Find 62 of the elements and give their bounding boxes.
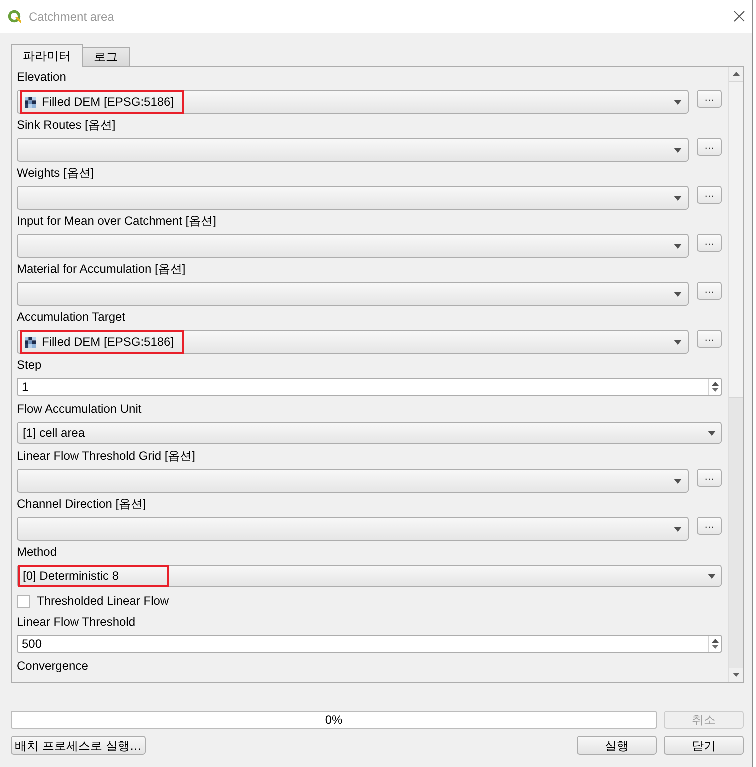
spin-arrows-icon[interactable] [712, 382, 718, 392]
field-label: Step [17, 358, 42, 372]
checkbox[interactable] [17, 594, 30, 608]
dropdown-arrow-icon [708, 574, 716, 578]
number-field[interactable]: 1 [17, 378, 722, 396]
field-label: Method [17, 545, 58, 559]
close-button[interactable]: 닫기 [664, 736, 744, 755]
layer-dropdown[interactable] [17, 234, 689, 258]
field-label: Accumulation Target [17, 310, 126, 324]
layer-dropdown[interactable]: Filled DEM [EPSG:5186] [17, 90, 689, 114]
dropdown-arrow-icon [708, 430, 716, 436]
dropdown-arrow-icon [674, 100, 682, 104]
tab[interactable]: 로그 [82, 47, 130, 66]
layer-dropdown[interactable] [17, 282, 689, 306]
spin-arrows-icon[interactable] [712, 639, 718, 649]
layer-dropdown[interactable] [17, 517, 689, 541]
field-label: Input for Mean over Catchment [옵션] [17, 214, 216, 228]
scroll-up-icon[interactable] [732, 72, 740, 76]
browse-button[interactable]: … [697, 186, 722, 204]
field-label: Linear Flow Threshold Grid [옵션] [17, 449, 196, 463]
window-title: Catchment area [29, 8, 114, 26]
tab[interactable]: 파라미터 [11, 44, 83, 67]
close-icon[interactable] [734, 11, 745, 22]
field-label: Flow Accumulation Unit [17, 402, 142, 416]
field-label: Convergence [17, 659, 88, 673]
browse-button[interactable]: … [697, 234, 722, 252]
layer-dropdown[interactable]: Filled DEM [EPSG:5186] [17, 330, 689, 354]
field-label: Elevation [17, 70, 66, 84]
layer-dropdown[interactable] [17, 186, 689, 210]
dropdown-arrow-icon [674, 478, 682, 484]
field-label: Weights [옵션] [17, 166, 94, 180]
option-dropdown[interactable]: [0] Deterministic 8 [17, 565, 722, 587]
scroll-down-icon[interactable] [732, 673, 740, 677]
browse-button[interactable]: … [697, 282, 722, 300]
run-button[interactable]: 실행 [577, 736, 657, 755]
dropdown-arrow-icon [674, 526, 682, 532]
batch-run-button[interactable]: 배치 프로세스로 실행… [11, 736, 146, 755]
option-dropdown[interactable]: [1] cell area [17, 422, 722, 444]
raster-layer-icon [25, 336, 36, 348]
browse-button[interactable]: … [697, 517, 722, 535]
browse-button[interactable]: … [697, 90, 722, 108]
dropdown-arrow-icon [674, 340, 682, 344]
dropdown-arrow-icon [674, 148, 682, 152]
browse-button[interactable]: … [697, 469, 722, 487]
checkbox-label[interactable]: Thresholded Linear Flow [37, 594, 170, 608]
field-label: Material for Accumulation [옵션] [17, 262, 186, 276]
dropdown-arrow-icon [674, 196, 682, 200]
raster-layer-icon [25, 96, 36, 108]
progress-bar: 0% [11, 711, 657, 729]
app-logo-icon [8, 10, 22, 24]
dropdown-arrow-icon [674, 244, 682, 248]
layer-dropdown[interactable] [17, 469, 689, 493]
layer-dropdown[interactable] [17, 138, 689, 162]
scrollbar-thumb[interactable] [729, 81, 743, 398]
field-label: Sink Routes [옵션] [17, 118, 116, 132]
field-label: Channel Direction [옵션] [17, 497, 146, 511]
dropdown-arrow-icon [674, 292, 682, 296]
browse-button[interactable]: … [697, 330, 722, 348]
number-field[interactable]: 500 [17, 635, 722, 653]
field-label: Linear Flow Threshold [17, 615, 136, 629]
scrollbar-track[interactable] [728, 67, 743, 682]
browse-button[interactable]: … [697, 138, 722, 156]
